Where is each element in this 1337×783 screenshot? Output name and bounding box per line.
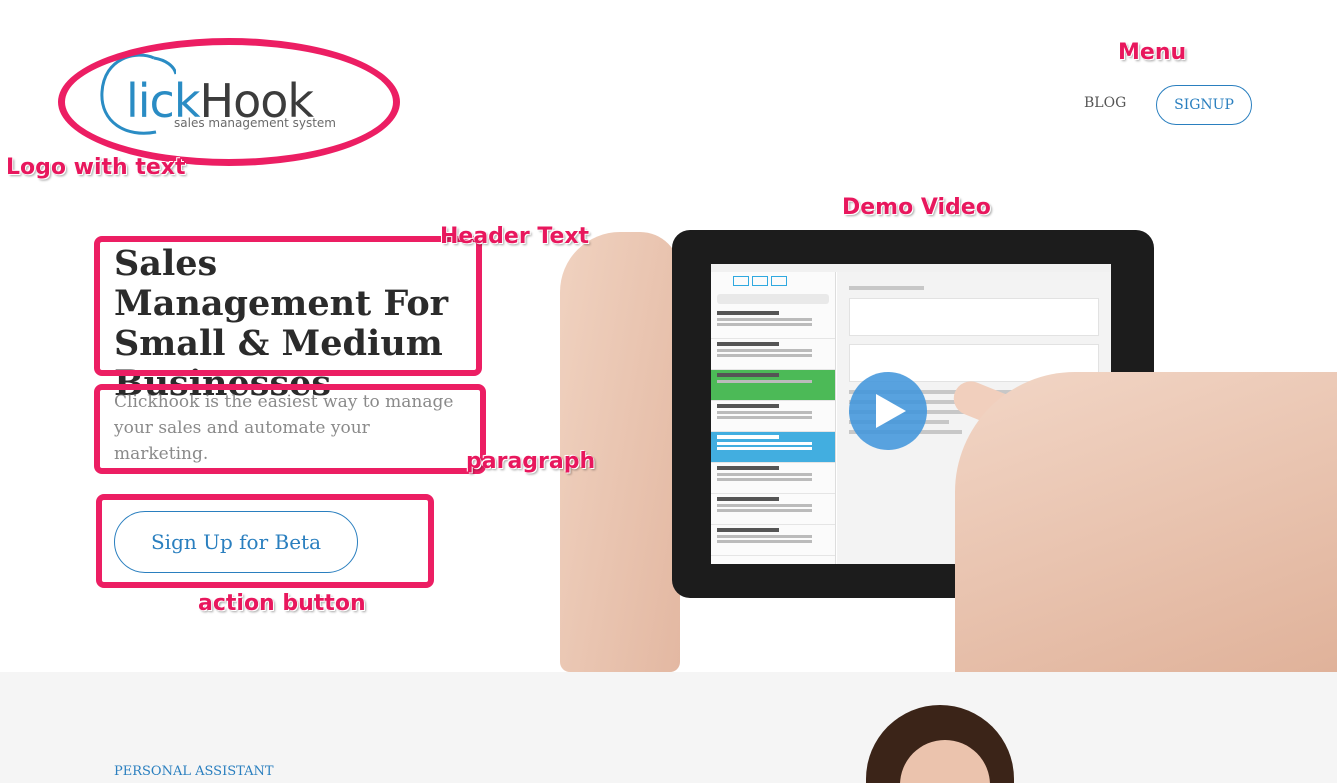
paragraph-annotation-label: paragraph [466, 449, 596, 474]
menu-annotation-label: Menu [1118, 40, 1187, 65]
text-line [849, 286, 924, 290]
nav-signup-button[interactable]: SIGNUP [1156, 85, 1252, 125]
mail-item [711, 308, 835, 339]
mail-toolbar [711, 272, 835, 290]
demo-video-annotation-label: Demo Video [842, 195, 991, 220]
landing-page: lickHook sales management system BLOG SI… [0, 0, 1337, 783]
toolbar-icon [771, 276, 787, 286]
nav-blog-link[interactable]: BLOG [1084, 95, 1126, 111]
mail-item [711, 370, 835, 401]
action-button-annotation-label: action button [198, 591, 366, 616]
logo-annotation-oval [58, 38, 400, 166]
play-icon [876, 394, 906, 428]
right-hand-image [955, 372, 1337, 672]
toolbar-icon [733, 276, 749, 286]
mail-item [711, 339, 835, 370]
mail-item [711, 401, 835, 432]
mail-search [717, 294, 829, 304]
play-video-button[interactable] [849, 372, 927, 450]
mail-list [711, 272, 836, 564]
toolbar-icon [752, 276, 768, 286]
mail-item [711, 432, 835, 463]
header-text-annotation-label: Header Text [440, 224, 590, 249]
header-text-annotation-box [94, 236, 482, 376]
message-card [849, 298, 1099, 336]
action-button-annotation-box [96, 494, 434, 588]
mail-item [711, 494, 835, 525]
mail-item [711, 525, 835, 556]
logo-annotation-label: Logo with text [6, 155, 186, 180]
mail-item [711, 463, 835, 494]
paragraph-annotation-box [94, 384, 486, 474]
tablet-status-bar [711, 264, 1111, 272]
section-label: PERSONAL ASSISTANT [114, 764, 274, 779]
